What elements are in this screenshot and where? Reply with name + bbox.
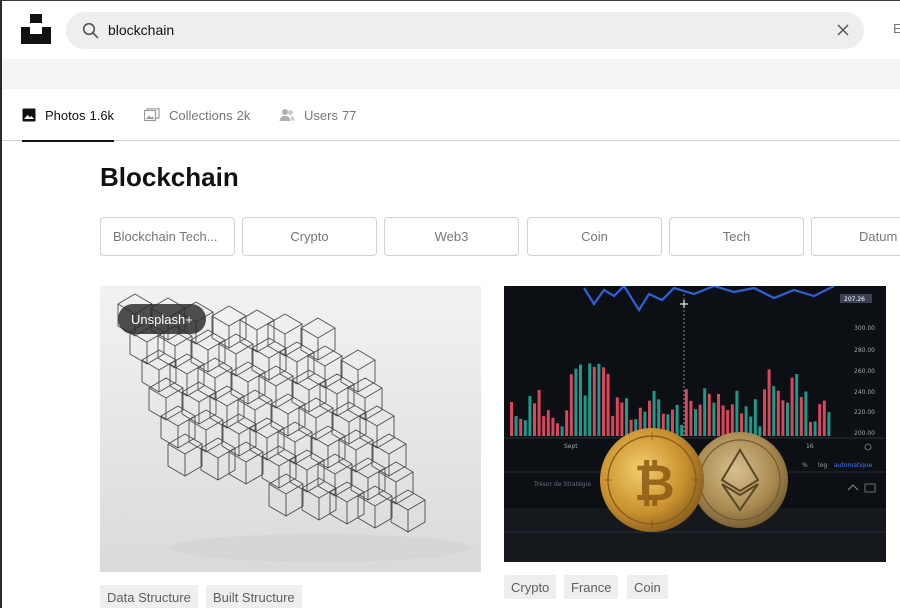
info-banner [2,59,900,89]
tab-users[interactable]: Users 77 [279,89,356,141]
related-chip[interactable]: Blockchain Tech... [100,217,235,256]
chart-label: automatique [834,462,873,469]
photo-tag[interactable]: Crypto [504,575,557,599]
related-chip-label: Web3 [434,229,469,244]
photo-tag[interactable]: Coin [627,575,668,599]
related-chip-label: Tech [722,229,751,244]
collections-icon [144,108,160,122]
related-chip[interactable]: Coin [527,217,662,256]
photo-icon [22,108,36,122]
svg-text:₿: ₿ [634,454,675,512]
tab-collections-count: 2k [236,107,251,123]
tab-collections[interactable]: Collections 2k [144,89,250,141]
related-chip-label: Crypto [290,229,329,244]
tab-photos-count: 1.6k [89,107,115,123]
related-chip-label: Datum [859,229,898,244]
chart-label: Trésor de Stratégie [533,481,591,488]
photo-tag[interactable]: France [564,575,619,599]
photo-card[interactable]: 207.26 300.00 280.00 260.00 240.00 220.0… [504,286,886,562]
header: blockchain E [2,1,900,59]
unsplash-logo-icon[interactable] [21,14,51,44]
users-icon [279,109,295,121]
related-chip-label: Blockchain Tech... [113,229,218,244]
axis-label: 240.00 [854,389,875,396]
tab-collections-label: Collections [169,107,233,123]
tab-users-count: 77 [341,107,357,123]
search-icon[interactable] [82,22,99,39]
related-chip[interactable]: Tech [669,217,804,256]
tab-photos-label: Photos [45,107,86,123]
photo-card[interactable]: Unsplash+ [100,286,481,572]
related-chip[interactable]: Datum [811,217,900,256]
related-chip[interactable]: Crypto [242,217,377,256]
axis-label: 16 [806,443,814,450]
clear-search-icon[interactable] [836,23,850,37]
axis-label: 220.00 [854,409,875,416]
axis-label: 260.00 [854,368,875,375]
axis-label: 300.00 [854,325,875,332]
tab-users-label: Users [304,107,338,123]
tab-photos[interactable]: Photos 1.6k [22,89,115,142]
axis-label-current-price: 207.26 [844,296,865,303]
result-type-tabs: Photos 1.6k Collections 2k Users 77 [2,89,900,142]
header-nav-link-truncated[interactable]: E [893,21,900,36]
related-chip-label: Coin [581,229,608,244]
related-chip[interactable]: Web3 [384,217,519,256]
photo-tag[interactable]: Built Structure [206,585,302,608]
photo-image: 207.26 300.00 280.00 260.00 240.00 220.0… [504,286,886,562]
axis-label: 200.00 [854,430,875,437]
chart-label: log [818,462,827,469]
axis-label: Sept [564,443,578,450]
chart-label: % [802,462,808,469]
photo-tag[interactable]: Data Structure [100,585,198,608]
search-input[interactable]: blockchain [108,22,174,38]
unsplash-plus-badge: Unsplash+ [118,304,206,334]
search-bar[interactable]: blockchain [66,12,864,49]
page-title: Blockchain [100,162,239,192]
axis-label: 280.00 [854,347,875,354]
